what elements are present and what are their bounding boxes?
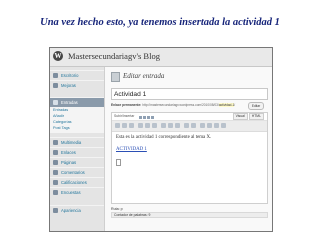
sidebar-item-entradas[interactable]: Entradas (50, 97, 104, 107)
permalink-label: Enlace permanente: (111, 103, 142, 107)
sidebar-item-enlaces[interactable]: Enlaces (50, 147, 104, 157)
add-audio-icon[interactable] (147, 116, 150, 119)
tab-visual[interactable]: Visual (232, 113, 248, 120)
content-paragraph: Esta es la actividad 1 correspondiente a… (116, 135, 212, 140)
blockquote-icon[interactable] (152, 123, 157, 128)
blog-name[interactable]: Mastersecundariagv's Blog (68, 51, 160, 61)
edit-permalink-button[interactable]: Editar (248, 102, 264, 110)
edit-post-main: Editar entrada Actividad 1 Enlace perman… (105, 67, 272, 231)
numbered-list-icon[interactable] (145, 123, 150, 128)
sidebar-item-apariencia[interactable]: Apariencia (50, 205, 104, 215)
align-right-icon[interactable] (175, 123, 180, 128)
bullet-list-icon[interactable] (138, 123, 143, 128)
sidebar-submenu: Entradas Añadir Categorías Post Tags (50, 107, 104, 133)
permalink-url[interactable]: http://mastersecundariagv.wordpress.com/… (142, 103, 219, 107)
admin-sidebar: Escritorio Mejoras Entradas Entradas Aña… (50, 67, 105, 231)
activity-link[interactable]: ACTIVIDAD 1 (116, 147, 147, 152)
posts-icon (53, 100, 58, 105)
bold-icon[interactable] (115, 123, 120, 128)
admin-header: W Mastersecundariagv's Blog (50, 48, 272, 67)
sidebar-item-paginas[interactable]: Páginas (50, 157, 104, 167)
pages-icon (53, 160, 58, 165)
permalink-slug[interactable]: actividad-1 (218, 103, 235, 107)
dashboard-icon (53, 73, 58, 78)
media-icon (53, 140, 58, 145)
ratings-icon (53, 180, 58, 185)
align-center-icon[interactable] (168, 123, 173, 128)
sidebar-item-multimedia[interactable]: Multimedia (50, 137, 104, 147)
permalink-tail: / (234, 103, 236, 107)
strikethrough-icon[interactable] (129, 123, 134, 128)
sidebar-item-mejoras[interactable]: Mejoras (50, 80, 104, 90)
submenu-item-categorias[interactable]: Categorías (53, 120, 72, 124)
comments-icon (53, 170, 58, 175)
tab-html[interactable]: HTML (248, 113, 264, 120)
editor-toolbar (112, 121, 267, 132)
fullscreen-icon[interactable] (214, 123, 219, 128)
more-tag-icon[interactable] (200, 123, 205, 128)
word-count: Contador de palabras: 9 (111, 212, 268, 218)
italic-icon[interactable] (122, 123, 127, 128)
editor-tabs: Visual HTML (232, 113, 264, 120)
text-cursor (116, 159, 121, 166)
sidebar-item-comentarios[interactable]: Comentarios (50, 167, 104, 177)
post-editor: Subir/Insertar Visual HTML Esta es la ac… (111, 112, 268, 204)
kitchen-sink-icon[interactable] (221, 123, 226, 128)
post-title-input[interactable]: Actividad 1 (111, 88, 268, 100)
permalink-row: Enlace permanente: http://mastersecundar… (111, 102, 268, 109)
submenu-item-anadir[interactable]: Añadir (53, 114, 64, 118)
submenu-item-entradas[interactable]: Entradas (53, 108, 68, 112)
sidebar-item-encuestas[interactable]: Encuestas (50, 187, 104, 197)
upgrade-icon (53, 83, 58, 88)
posts-page-icon (111, 72, 120, 82)
upload-bar: Subir/Insertar Visual HTML (112, 113, 267, 121)
submenu-item-post-tags[interactable]: Post Tags (53, 126, 70, 130)
upload-insert-label: Subir/Insertar (114, 114, 135, 118)
spellcheck-icon[interactable] (207, 123, 212, 128)
polls-icon (53, 190, 58, 195)
sidebar-item-label: Apariencia (61, 208, 81, 213)
add-image-icon[interactable] (139, 116, 142, 119)
links-icon (53, 150, 58, 155)
add-video-icon[interactable] (143, 116, 146, 119)
screenshot-frame: W Mastersecundariagv's Blog Escritorio M… (49, 47, 273, 232)
sidebar-item-label: Mejoras (61, 83, 76, 88)
add-media-icon[interactable] (151, 116, 154, 119)
sidebar-item-calificaciones[interactable]: Calificaciones (50, 177, 104, 187)
link-icon[interactable] (184, 123, 189, 128)
align-left-icon[interactable] (161, 123, 166, 128)
appearance-icon (53, 208, 58, 213)
sidebar-item-label: Encuestas (61, 190, 81, 195)
wordpress-logo-icon[interactable]: W (53, 51, 63, 61)
unlink-icon[interactable] (191, 123, 196, 128)
editor-content[interactable]: Esta es la actividad 1 correspondiente a… (116, 135, 264, 175)
page-title: Editar entrada (123, 72, 165, 80)
sidebar-item-escritorio[interactable]: Escritorio (50, 70, 104, 80)
slide-title: Una vez hecho esto, ya tenemos insertada… (40, 17, 280, 28)
